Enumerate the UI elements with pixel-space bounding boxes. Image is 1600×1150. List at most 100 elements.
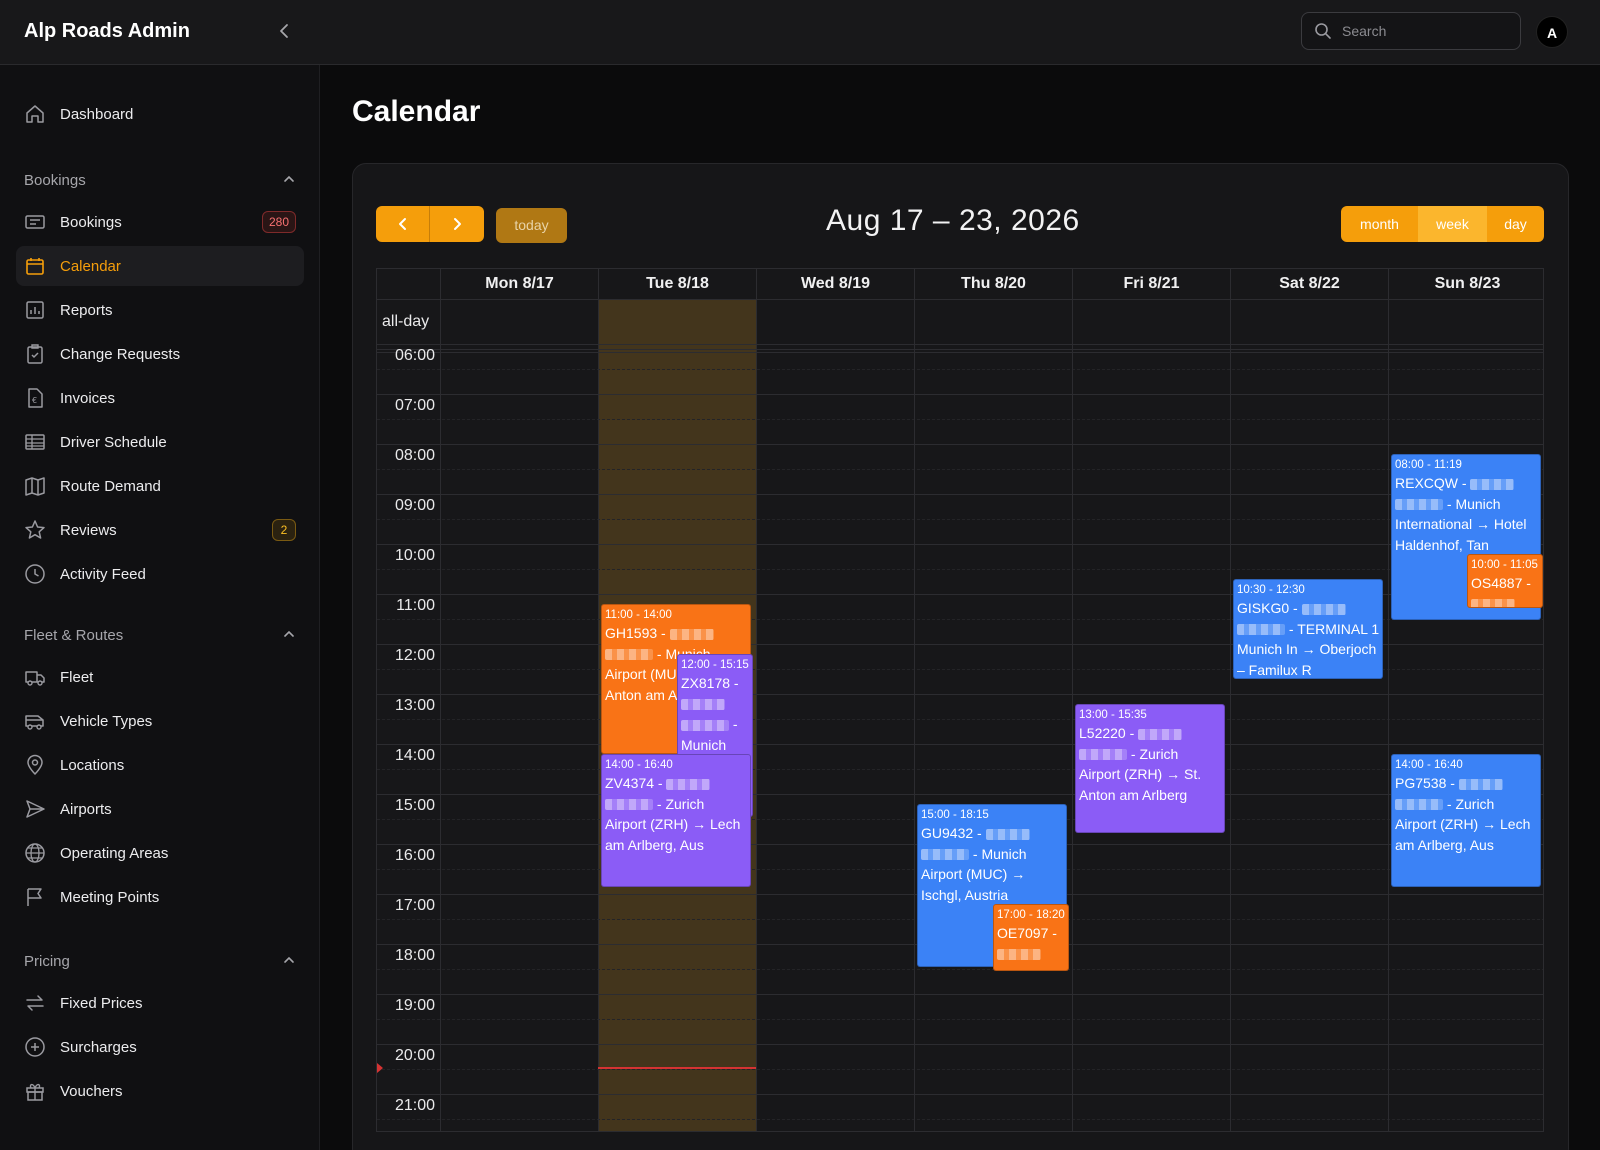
table-icon xyxy=(24,431,46,453)
sidebar-item-label: Fixed Prices xyxy=(60,994,143,1012)
redacted-name xyxy=(605,649,653,661)
search-input[interactable] xyxy=(1342,21,1512,41)
calendar-event[interactable]: 10:30 - 12:30 GISKG0 - - TERMINAL 1 Munic… xyxy=(1233,579,1383,679)
sidebar-item-surcharges[interactable]: Surcharges xyxy=(16,1027,304,1067)
sidebar-item-bookings[interactable]: Bookings 280 xyxy=(16,202,304,242)
sidebar-item-route-demand[interactable]: Route Demand xyxy=(16,466,304,506)
hour-line xyxy=(377,1044,1543,1045)
calendar-event[interactable]: 14:00 - 16:40 PG7538 - - Zurich Airport (… xyxy=(1391,754,1541,888)
redacted-name xyxy=(1301,603,1346,615)
hour-line xyxy=(377,794,1543,795)
sidebar-group-bookings[interactable]: Bookings xyxy=(24,169,296,191)
calendar-event[interactable]: 17:00 - 18:20 OE7097 - xyxy=(993,904,1069,971)
redacted-name xyxy=(669,628,714,640)
now-indicator-line xyxy=(598,1066,756,1069)
home-icon xyxy=(24,103,46,125)
view-switcher: month week day xyxy=(1341,206,1544,242)
group-label: Fleet & Routes xyxy=(24,626,124,644)
day-header[interactable]: Thu 8/20 xyxy=(914,269,1072,299)
prev-button[interactable] xyxy=(376,206,430,242)
view-day-button[interactable]: day xyxy=(1487,206,1544,242)
sidebar-item-label: Invoices xyxy=(60,389,116,407)
event-code: PG7538 - xyxy=(1395,775,1455,791)
time-slot-label: 11:00 xyxy=(396,597,435,614)
sidebar-item-calendar[interactable]: Calendar xyxy=(16,246,304,286)
day-header[interactable]: Fri 8/21 xyxy=(1072,269,1230,299)
week-calendar-grid: Mon 8/17 Tue 8/18 Wed 8/19 Thu 8/20 Fri 8/21… xyxy=(376,268,1544,1132)
day-header[interactable]: Tue 8/18 xyxy=(598,269,756,299)
sidebar-item-operating-areas[interactable]: Operating Areas xyxy=(16,833,304,873)
time-slot-label: 20:00 xyxy=(394,1047,435,1064)
calendar-event[interactable]: 14:00 - 16:40 ZV4374 - - Zurich Airport (… xyxy=(601,754,751,888)
sidebar-item-locations[interactable]: Locations xyxy=(16,745,304,785)
day-header[interactable]: Wed 8/19 xyxy=(756,269,914,299)
sidebar-item-invoices[interactable]: € Invoices xyxy=(16,378,304,418)
redacted-name xyxy=(1471,599,1515,608)
count-badge: 280 xyxy=(261,211,296,233)
day-header[interactable]: Sat 8/22 xyxy=(1230,269,1388,299)
sidebar-item-change-requests[interactable]: Change Requests xyxy=(16,334,304,374)
time-slot-label: 08:00 xyxy=(394,447,435,464)
sidebar-item-vehicle-types[interactable]: Vehicle Types xyxy=(16,701,304,741)
day-header[interactable]: Mon 8/17 xyxy=(440,269,598,299)
date-range-title: Aug 17 – 23, 2026 xyxy=(826,204,1080,237)
sidebar-item-dashboard[interactable]: Dashboard xyxy=(16,94,304,134)
time-slot-label: 10:00 xyxy=(394,547,435,564)
day-header[interactable]: Sun 8/23 xyxy=(1388,269,1543,299)
half-hour-line xyxy=(377,1069,1543,1070)
redacted-name xyxy=(666,778,711,790)
today-button[interactable]: today xyxy=(496,208,567,243)
calendar-event[interactable]: 13:00 - 15:35 L52220 - - Zurich Airport (… xyxy=(1075,704,1225,834)
calendar-event[interactable]: 10:00 - 11:05 OS4887 - xyxy=(1467,554,1543,609)
sidebar-item-meeting-points[interactable]: Meeting Points xyxy=(16,877,304,917)
event-code: ZV4374 - xyxy=(605,775,663,791)
avatar[interactable]: A xyxy=(1536,16,1568,48)
chevron-left-icon[interactable] xyxy=(274,20,296,42)
day-divider xyxy=(440,269,441,1131)
redacted-name xyxy=(921,849,969,861)
sidebar-group-pricing[interactable]: Pricing xyxy=(24,950,296,972)
sidebar-item-fleet[interactable]: Fleet xyxy=(16,657,304,697)
time-slot-label: 21:00 xyxy=(394,1097,435,1114)
allday-divider xyxy=(377,349,1543,350)
header-divider xyxy=(377,299,1543,300)
page-title: Calendar xyxy=(352,95,481,128)
sidebar-item-reports[interactable]: Reports xyxy=(16,290,304,330)
plus-circle-icon xyxy=(24,1036,46,1058)
redacted-name xyxy=(1395,499,1443,511)
redacted-name xyxy=(1458,778,1503,790)
search-box[interactable] xyxy=(1301,12,1521,50)
event-time: 13:00 - 15:35 xyxy=(1079,709,1147,721)
sidebar-item-label: Bookings xyxy=(60,213,122,231)
bar-chart-icon xyxy=(24,299,46,321)
allday-label: all-day xyxy=(382,313,430,330)
now-indicator-arrow xyxy=(377,1062,383,1073)
half-hour-line xyxy=(377,769,1543,770)
map-pin-icon xyxy=(24,754,46,776)
sidebar-item-vouchers[interactable]: Vouchers xyxy=(16,1071,304,1111)
hour-line xyxy=(377,444,1543,445)
sidebar-item-label: Reviews xyxy=(60,521,117,539)
event-time: 17:00 - 18:20 xyxy=(997,909,1065,921)
view-month-button[interactable]: month xyxy=(1341,206,1418,242)
half-hour-line xyxy=(377,419,1543,420)
app-title[interactable]: Alp Roads Admin xyxy=(24,20,190,43)
event-code: GU9432 - xyxy=(921,825,982,841)
redacted-name xyxy=(1138,728,1183,740)
sidebar-item-label: Driver Schedule xyxy=(60,433,167,451)
chevron-right-icon xyxy=(454,218,461,230)
sidebar-group-fleet-routes[interactable]: Fleet & Routes xyxy=(24,624,296,646)
sidebar-item-reviews[interactable]: Reviews 2 xyxy=(16,510,304,550)
event-time: 08:00 - 11:19 xyxy=(1395,459,1462,471)
sidebar-item-fixed-prices[interactable]: Fixed Prices xyxy=(16,983,304,1023)
next-button[interactable] xyxy=(430,206,484,242)
redacted-name xyxy=(985,828,1030,840)
view-week-button[interactable]: week xyxy=(1418,206,1487,242)
sidebar-item-airports[interactable]: Airports xyxy=(16,789,304,829)
chevron-left-icon xyxy=(398,218,406,230)
event-time: 12:00 - 15:15 xyxy=(681,659,749,671)
sidebar-item-activity-feed[interactable]: Activity Feed xyxy=(16,554,304,594)
sidebar-item-driver-schedule[interactable]: Driver Schedule xyxy=(16,422,304,462)
event-code: GISKG0 - xyxy=(1237,600,1298,616)
sidebar-item-label: Surcharges xyxy=(60,1038,137,1056)
